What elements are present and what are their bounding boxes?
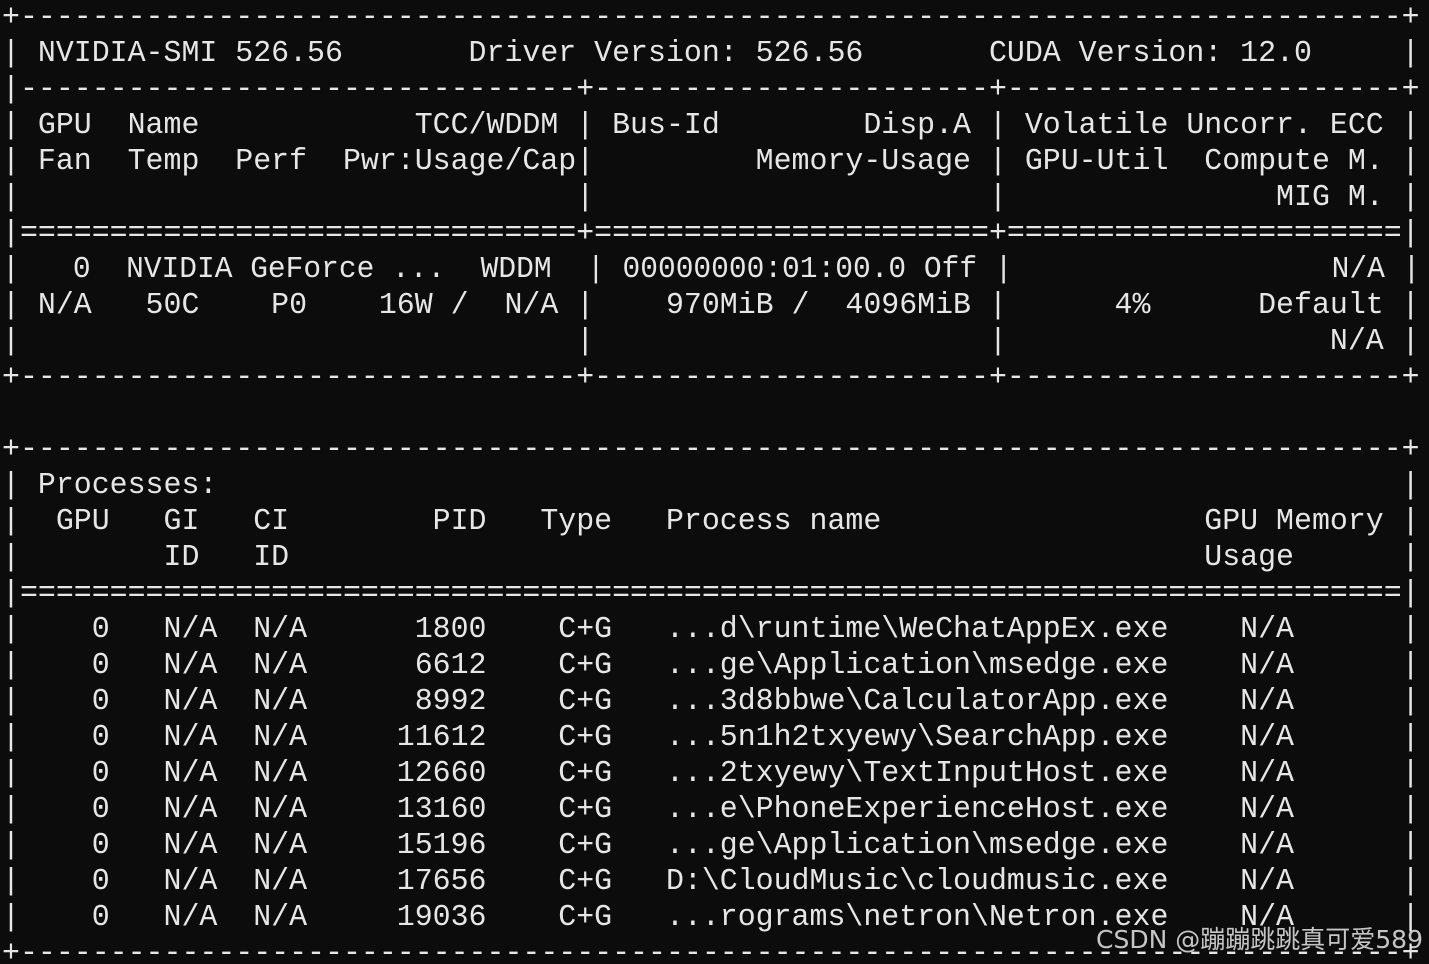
process-row: | 0 N/A N/A 12660 C+G ...2txyewy\TextInp… xyxy=(2,756,1420,791)
gpu-row-line-3: | | | N/A | xyxy=(2,324,1420,359)
process-row: | 0 N/A N/A 8992 C+G ...3d8bbwe\Calculat… xyxy=(2,684,1420,719)
table-border-top: +---------------------------------------… xyxy=(2,0,1420,35)
header-double-separator: |=======================================… xyxy=(2,576,1420,611)
watermark: CSDN @蹦蹦跳跳真可爱589 xyxy=(1096,925,1423,954)
process-header-line-2: | ID ID Usage | xyxy=(2,540,1420,575)
process-header-line-1: | GPU GI CI PID Type Process name GPU Me… xyxy=(2,504,1420,539)
process-row: | 0 N/A N/A 15196 C+G ...ge\Application\… xyxy=(2,828,1420,863)
processes-title: | Processes: | xyxy=(2,468,1420,503)
terminal-window: +---------------------------------------… xyxy=(0,0,1429,964)
header-line-1: | GPU Name TCC/WDDM | Bus-Id Disp.A | Vo… xyxy=(2,108,1420,143)
process-row: | 0 N/A N/A 1800 C+G ...d\runtime\WeChat… xyxy=(2,612,1420,647)
table-separator: |-------------------------------+-------… xyxy=(2,72,1420,107)
process-row: | 0 N/A N/A 13160 C+G ...e\PhoneExperien… xyxy=(2,792,1420,827)
process-row: | 0 N/A N/A 17656 C+G D:\CloudMusic\clou… xyxy=(2,864,1420,899)
gpu-row-line-2: | N/A 50C P0 16W / N/A | 970MiB / 4096Mi… xyxy=(2,288,1420,323)
process-row: | 0 N/A N/A 6612 C+G ...ge\Application\m… xyxy=(2,648,1420,683)
process-row: | 0 N/A N/A 11612 C+G ...5n1h2txyewy\Sea… xyxy=(2,720,1420,755)
header-line-3: | | | MIG M. | xyxy=(2,180,1420,215)
smi-version-line: | NVIDIA-SMI 526.56 Driver Version: 526.… xyxy=(2,36,1420,71)
gpu-row-line-1: | 0 NVIDIA GeForce ... WDDM | 00000000:0… xyxy=(2,252,1421,287)
table-border-top: +---------------------------------------… xyxy=(2,432,1420,467)
table-border-bottom: +-------------------------------+-------… xyxy=(2,360,1420,395)
header-double-separator: |===============================+=======… xyxy=(2,216,1420,251)
header-line-2: | Fan Temp Perf Pwr:Usage/Cap| Memory-Us… xyxy=(2,144,1420,179)
